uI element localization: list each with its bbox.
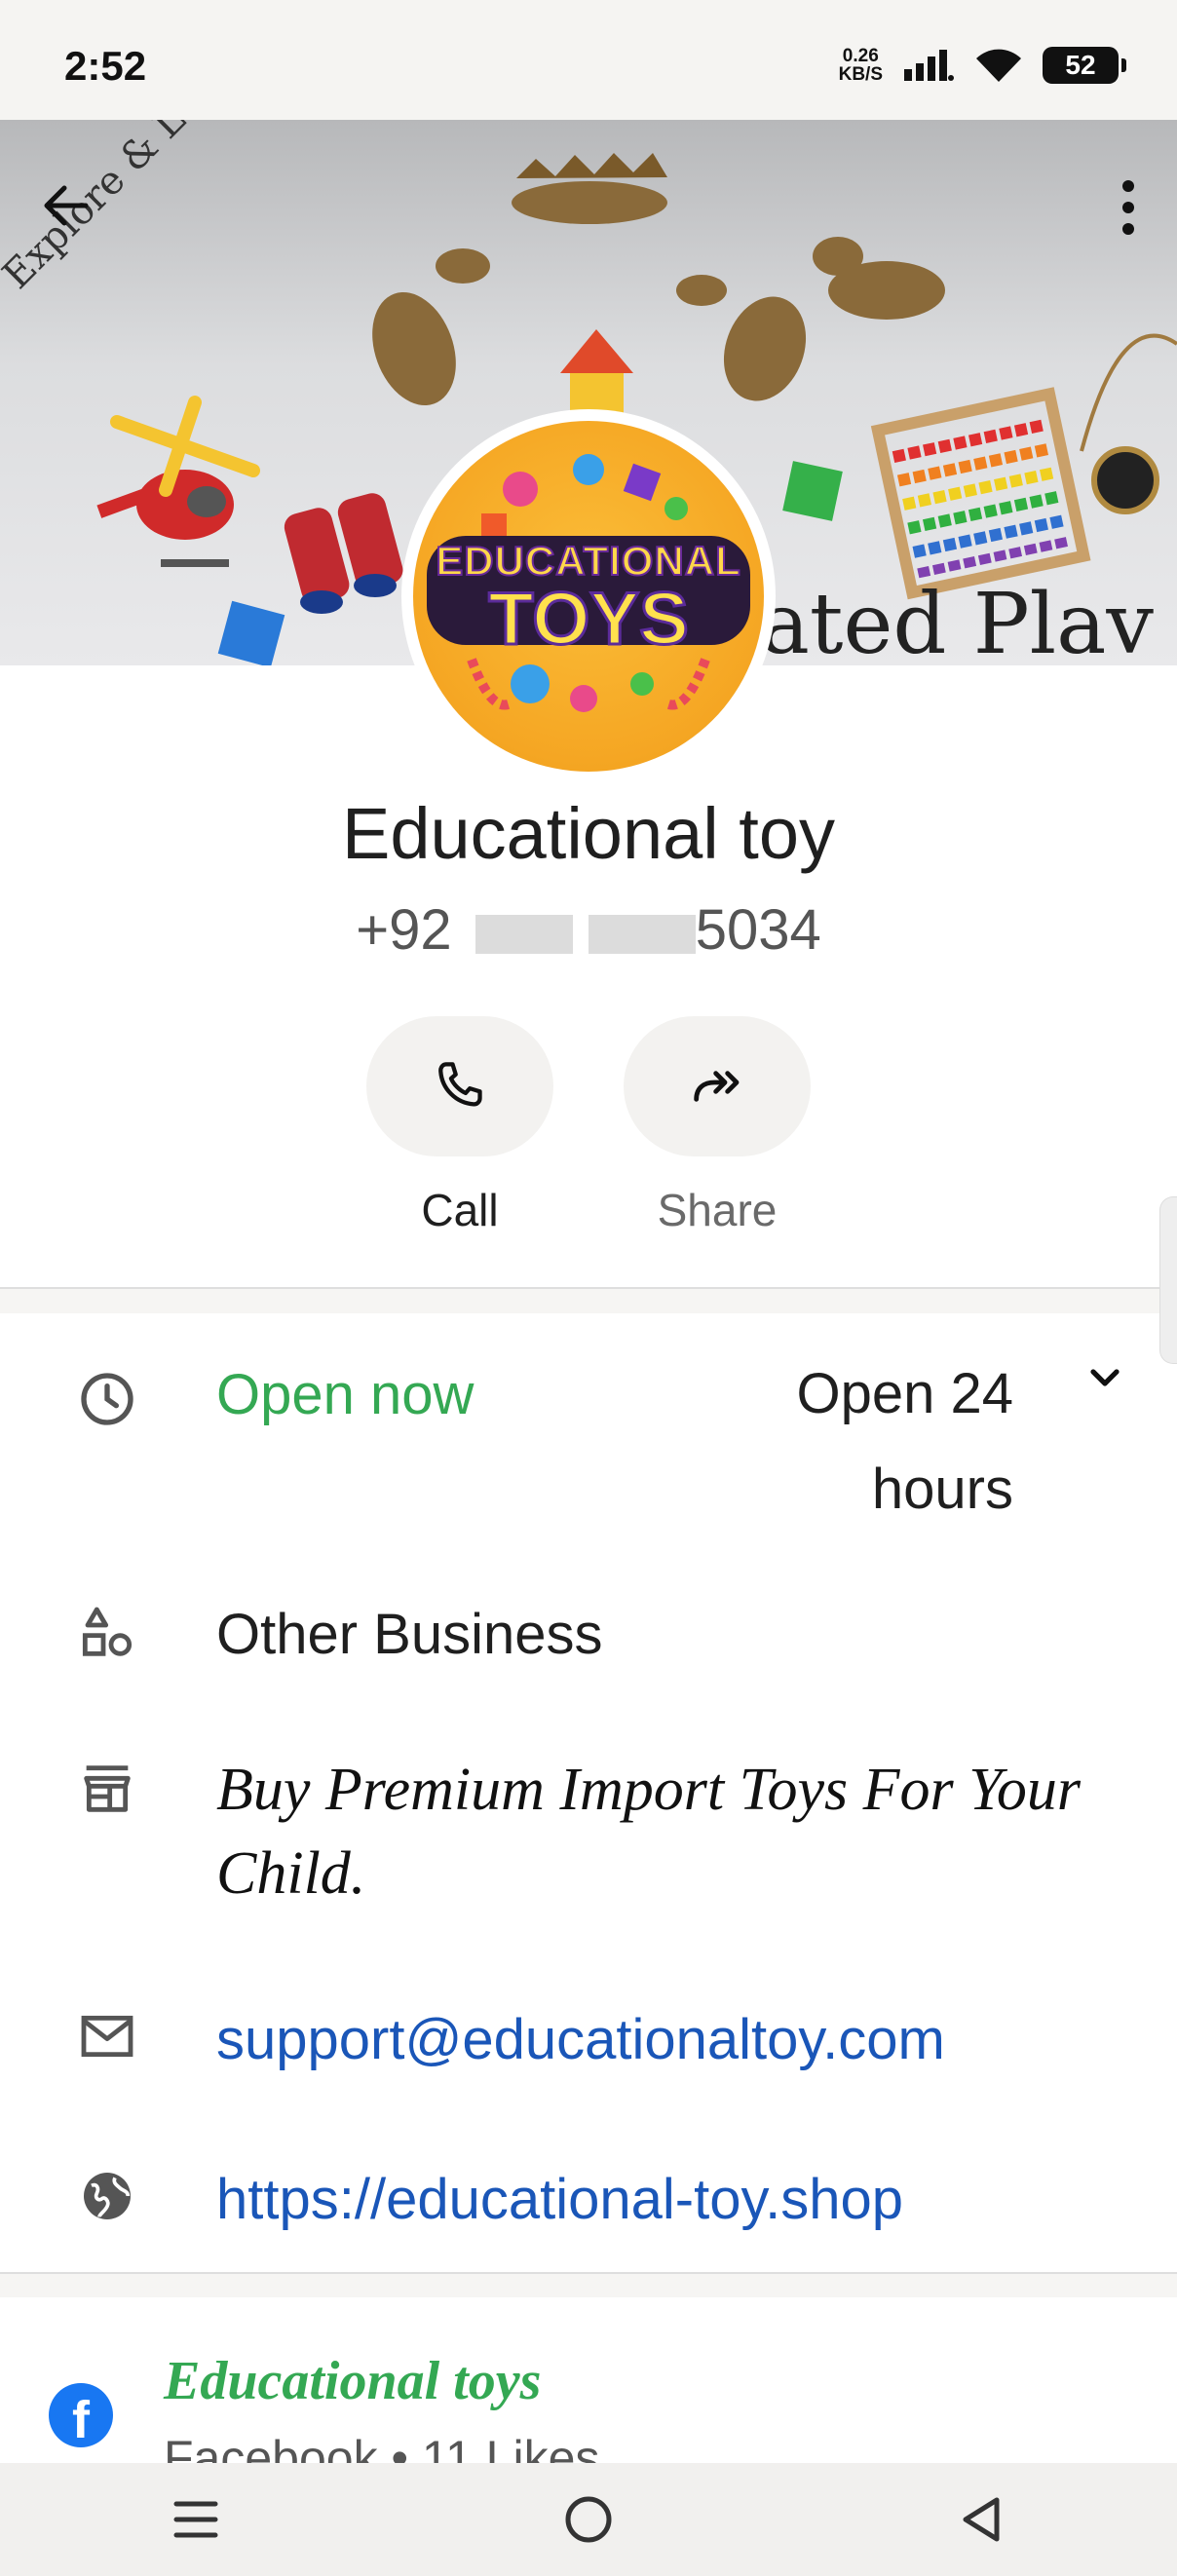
phone-icon xyxy=(438,1062,482,1107)
share-button[interactable]: Share xyxy=(624,1016,811,1236)
call-label: Call xyxy=(421,1185,499,1235)
category-shapes-icon xyxy=(82,1607,133,1656)
logo-image: EDUCATIONAL TOYS xyxy=(413,421,764,772)
business-phone[interactable]: +92 5034 xyxy=(0,897,1177,963)
business-details: Open now Open 24 hours Other Business Bu… xyxy=(0,1313,1177,2274)
share-button-circle[interactable] xyxy=(624,1016,811,1156)
status-icons: 0.26 KB/S 52 xyxy=(839,47,1126,84)
action-buttons: Call Share xyxy=(0,1016,1177,1236)
share-icon xyxy=(694,1071,740,1102)
email-link[interactable]: support@educationaltoy.com xyxy=(216,2007,945,2073)
home-button[interactable] xyxy=(550,2481,627,2558)
clock-icon xyxy=(81,1373,133,1425)
phone-suffix: 5034 xyxy=(695,898,821,962)
side-panel-handle[interactable] xyxy=(1159,1196,1177,1364)
business-name: Educational toy xyxy=(341,793,835,874)
open-status: Open now xyxy=(216,1363,475,1426)
facebook-icon: f xyxy=(49,2383,113,2447)
globe-icon xyxy=(84,2173,131,2219)
network-speed: 0.26 KB/S xyxy=(839,47,883,84)
wifi-icon xyxy=(976,49,1021,82)
facebook-result-card[interactable]: f Educational toys Facebook • 11 Likes xyxy=(0,2297,1177,2463)
network-speed-unit: KB/S xyxy=(838,64,883,85)
hours-text: Open 24 hours xyxy=(796,1346,1013,1537)
logo-text-line2: TOYS xyxy=(487,577,691,663)
call-button[interactable]: Call xyxy=(366,1016,553,1236)
mail-icon xyxy=(81,2015,133,2058)
status-time: 2:52 xyxy=(64,43,147,89)
storefront-icon xyxy=(84,1765,131,1812)
category-row: Other Business xyxy=(0,1602,1177,1689)
more-options-icon[interactable] xyxy=(1099,169,1158,246)
status-bar: 2:52 0.26 KB/S 52 xyxy=(0,0,1177,120)
phone-prefix: +92 xyxy=(356,898,452,962)
back-triangle-icon xyxy=(963,2497,1000,2542)
website-row[interactable]: https://educational-toy.shop xyxy=(0,2165,1177,2253)
call-button-circle[interactable] xyxy=(366,1016,553,1156)
phone-redaction xyxy=(475,914,573,954)
facebook-subtitle: Facebook • 11 Likes xyxy=(164,2431,600,2463)
back-button[interactable] xyxy=(942,2481,1020,2558)
share-label: Share xyxy=(657,1185,778,1235)
signal-icon xyxy=(904,50,954,81)
website-link[interactable]: https://educational-toy.shop xyxy=(216,2167,903,2233)
hours-row[interactable]: Open now Open 24 hours xyxy=(0,1362,1177,1528)
system-navigation-bar xyxy=(0,2463,1177,2576)
facebook-title[interactable]: Educational toys xyxy=(164,2350,541,2412)
chevron-down-icon[interactable] xyxy=(1082,1354,1128,1401)
business-description: Buy Premium Import Toys For Your Child. xyxy=(216,1757,1082,1907)
description-row: Buy Premium Import Toys For Your Child. xyxy=(0,1757,1177,1943)
back-arrow-icon[interactable] xyxy=(37,176,95,235)
battery-icon: 52 xyxy=(1043,47,1126,84)
home-circle-icon xyxy=(565,2496,612,2543)
business-logo: EDUCATIONAL TOYS xyxy=(401,409,776,783)
hours-line2: hours xyxy=(871,1458,1013,1521)
hours-line1: Open 24 xyxy=(796,1362,1013,1425)
menu-lines-icon xyxy=(173,2501,218,2538)
phone-redaction xyxy=(588,914,696,954)
email-row[interactable]: support@educationaltoy.com xyxy=(0,2005,1177,2093)
network-speed-value: 0.26 xyxy=(842,46,879,66)
recents-button[interactable] xyxy=(157,2481,235,2558)
category-text: Other Business xyxy=(216,1603,603,1666)
